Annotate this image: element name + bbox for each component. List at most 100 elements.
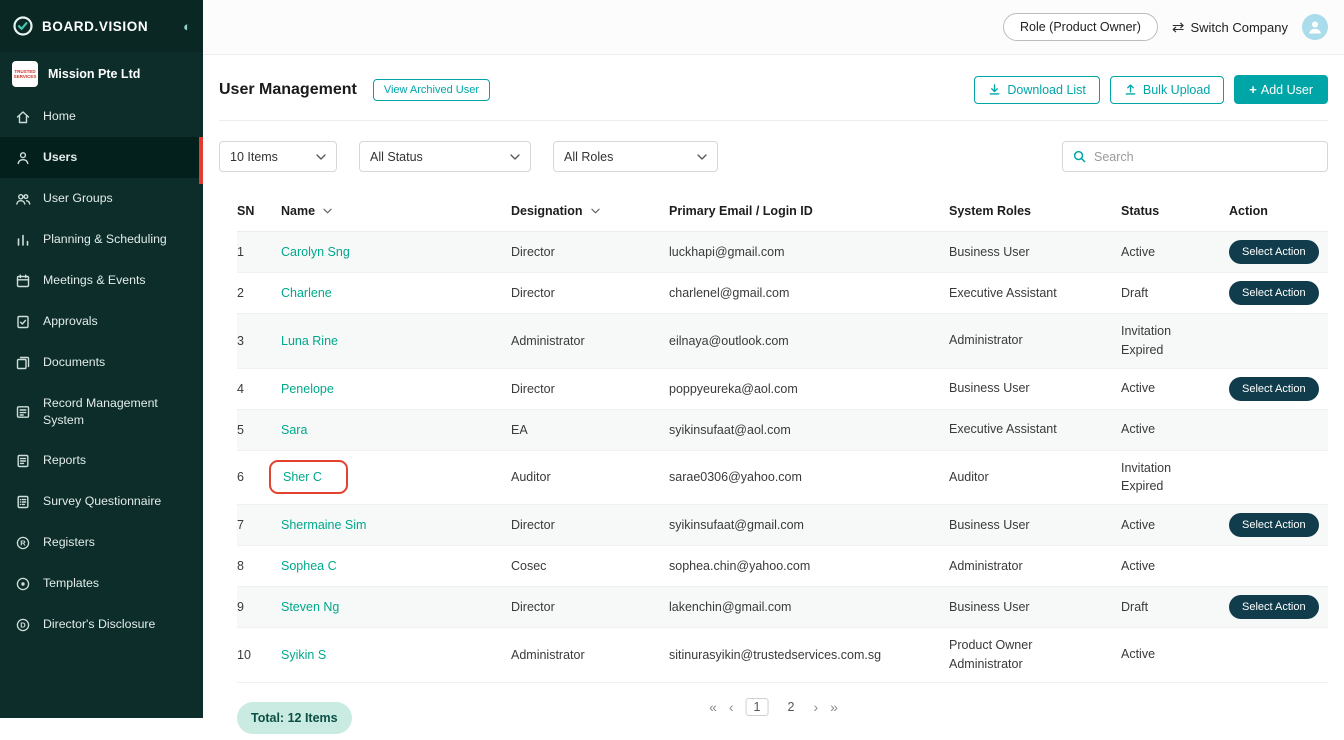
bulk-upload-button[interactable]: Bulk Upload [1109, 75, 1225, 104]
cell-designation: Director [511, 518, 555, 532]
sidebar-item-meetings-events[interactable]: Meetings & Events [0, 260, 203, 301]
pagination-prev[interactable]: ‹ [729, 699, 734, 715]
user-name-link[interactable]: Charlene [281, 286, 332, 300]
cell-sn: 5 [237, 422, 244, 437]
plus-icon: + [1249, 82, 1257, 97]
app-root: BOARD.VISION ◐ TRUSTED SERVICES Mission … [0, 0, 1344, 734]
topbar: Role (Product Owner) ⇄ Switch Company [203, 0, 1344, 55]
user-name-link[interactable]: Carolyn Sng [281, 245, 350, 259]
cell-email: eilnaya@outlook.com [669, 333, 789, 348]
company-selector[interactable]: TRUSTED SERVICES Mission Pte Ltd [0, 52, 203, 96]
table-header: SN Name Designation Primary Email / Logi… [237, 190, 1328, 232]
sidebar-item-approvals[interactable]: Approvals [0, 301, 203, 342]
user-name-link[interactable]: Syikin S [281, 648, 326, 662]
register-icon: R [14, 534, 31, 551]
pagination-next[interactable]: › [813, 699, 818, 715]
status-filter-select[interactable]: All Status [359, 141, 531, 172]
pagination-last[interactable]: » [830, 699, 838, 715]
sidebar-item-templates[interactable]: Templates [0, 563, 203, 604]
cell-sn: 4 [237, 381, 244, 396]
sidebar-item-label: Reports [43, 453, 87, 468]
user-name-link[interactable]: Sher C [283, 470, 322, 484]
cell-sn: 1 [237, 245, 244, 259]
pagination-page-1[interactable]: 1 [745, 697, 769, 716]
cell-designation: EA [511, 422, 528, 437]
pagination-first[interactable]: « [709, 699, 717, 715]
column-header-name[interactable]: Name [281, 204, 511, 218]
column-header-sn: SN [237, 204, 255, 218]
sidebar-item-label: Approvals [43, 314, 98, 329]
select-action-button[interactable]: Select Action [1229, 376, 1319, 401]
sort-chevron-icon[interactable] [590, 208, 600, 214]
download-list-label: Download List [1007, 82, 1086, 97]
sidebar-item-documents[interactable]: Documents [0, 342, 203, 383]
pagination-page-2[interactable]: 2 [781, 699, 802, 715]
items-per-page-value: 10 Items [230, 149, 278, 164]
sidebar-item-user-groups[interactable]: User Groups [0, 178, 203, 219]
search-input[interactable] [1094, 149, 1317, 164]
sidebar-item-registers[interactable]: R Registers [0, 522, 203, 563]
chevron-down-icon [316, 153, 326, 160]
user-groups-icon [14, 190, 31, 207]
sidebar-item-reports[interactable]: Reports [0, 440, 203, 481]
select-action-button[interactable]: Select Action [1229, 240, 1319, 264]
roles-filter-select[interactable]: All Roles [553, 141, 718, 172]
user-name-link[interactable]: Luna Rine [281, 334, 338, 348]
switch-company-button[interactable]: ⇄ Switch Company [1172, 18, 1288, 36]
user-name-link[interactable]: Sara [281, 423, 307, 437]
sidebar-item-home[interactable]: Home [0, 96, 203, 137]
cell-system-roles: Executive Assistant [949, 285, 1057, 300]
sidebar-item-planning-scheduling[interactable]: Planning & Scheduling [0, 219, 203, 260]
table-row: 3 Luna Rine Administrator eilnaya@outloo… [237, 314, 1328, 369]
collapse-sidebar-icon[interactable]: ◐ [183, 19, 191, 34]
sidebar-item-label: Templates [43, 576, 100, 591]
cell-designation: Administrator [511, 647, 585, 662]
sort-chevron-icon[interactable] [323, 208, 332, 214]
user-name-link[interactable]: Penelope [281, 382, 334, 396]
cell-system-roles: Business User [949, 517, 1030, 532]
documents-icon [14, 354, 31, 371]
cell-email: syikinsufaat@gmail.com [669, 518, 804, 532]
cell-designation: Cosec [511, 559, 547, 573]
user-name-link[interactable]: Steven Ng [281, 600, 339, 614]
search-icon [1073, 150, 1086, 163]
cell-sn: 10 [237, 647, 251, 662]
status-filter-value: All Status [370, 149, 423, 164]
download-list-button[interactable]: Download List [974, 75, 1100, 104]
role-button[interactable]: Role (Product Owner) [1003, 13, 1158, 41]
view-archived-user-button[interactable]: View Archived User [372, 78, 490, 101]
table-body: 1 Carolyn Sng Director luckhapi@gmail.co… [237, 232, 1328, 683]
select-action-button[interactable]: Select Action [1229, 281, 1319, 305]
cell-system-roles: Administrator [949, 558, 1023, 573]
select-action-button[interactable]: Select Action [1229, 513, 1319, 537]
cell-system-roles: Auditor [949, 469, 989, 484]
sidebar-item-label: Survey Questionnaire [43, 494, 162, 509]
avatar[interactable] [1302, 14, 1328, 40]
sidebar-item-record-management[interactable]: Record Management System [0, 383, 203, 440]
cell-status: Draft [1121, 285, 1149, 300]
user-name-link[interactable]: Sophea C [281, 559, 337, 573]
survey-icon [14, 493, 31, 510]
document-check-icon [14, 313, 31, 330]
table-row: 1 Carolyn Sng Director luckhapi@gmail.co… [237, 232, 1328, 273]
chevron-down-icon [510, 153, 520, 160]
sidebar-item-users[interactable]: Users [0, 137, 203, 184]
sidebar-item-directors-disclosure[interactable]: D Director's Disclosure [0, 604, 203, 645]
header-actions: Download List Bulk Upload + Add User [974, 75, 1328, 104]
column-header-email: Primary Email / Login ID [669, 204, 813, 218]
record-icon [14, 403, 31, 420]
items-per-page-select[interactable]: 10 Items [219, 141, 337, 172]
cell-status: Invitation Expired [1121, 460, 1172, 494]
filters-bar: 10 Items All Status All Roles [219, 141, 1328, 172]
sidebar-item-label: Record Management System [43, 396, 158, 427]
sidebar-item-survey-questionnaire[interactable]: Survey Questionnaire [0, 481, 203, 522]
column-header-designation[interactable]: Designation [511, 204, 669, 218]
sidebar-item-label: User Groups [43, 191, 113, 206]
table-row: 4 Penelope Director poppyeureka@aol.com … [237, 369, 1328, 410]
user-name-link[interactable]: Shermaine Sim [281, 518, 366, 532]
table-row: 5 Sara EA syikinsufaat@aol.com Executive… [237, 409, 1328, 451]
select-action-button[interactable]: Select Action [1229, 595, 1319, 619]
add-user-button[interactable]: + Add User [1234, 75, 1328, 104]
company-name: Mission Pte Ltd [48, 67, 141, 81]
brand-name: BOARD.VISION [42, 18, 149, 34]
